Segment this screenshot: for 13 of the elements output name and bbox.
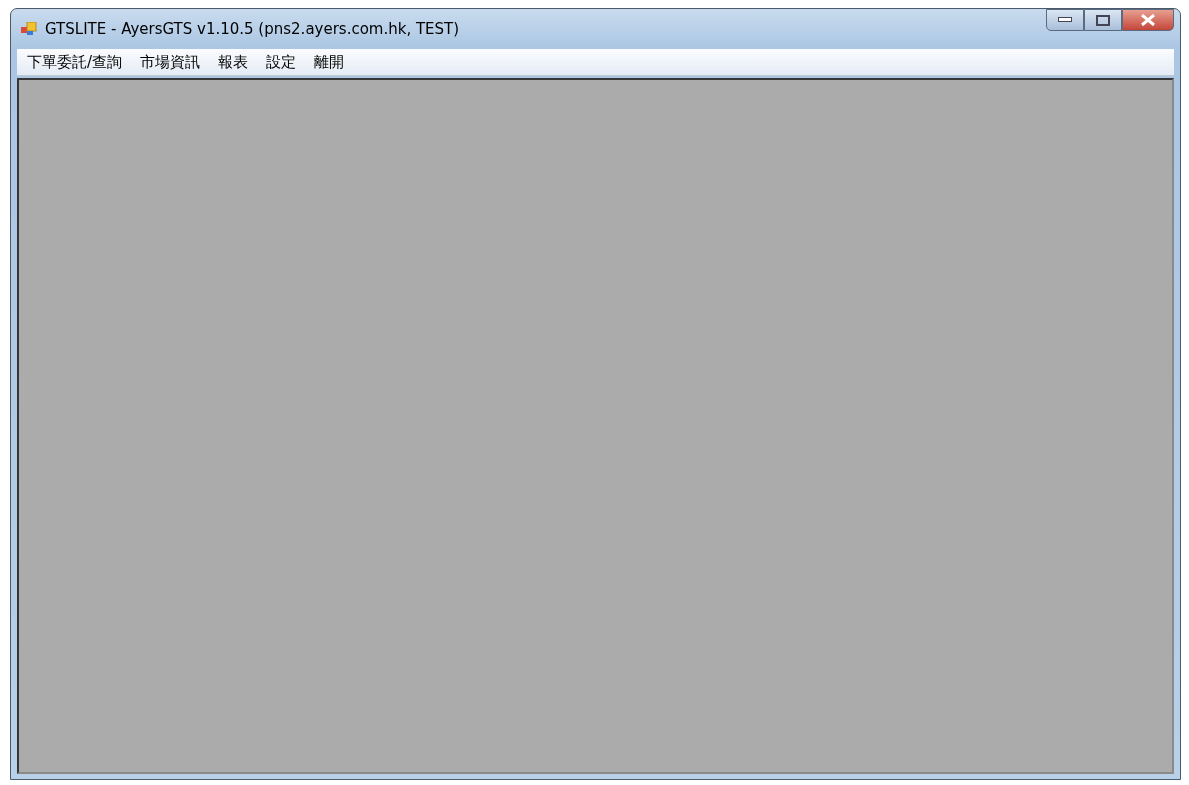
minimize-button[interactable] [1046, 9, 1084, 31]
menu-item[interactable]: 報表 [212, 50, 255, 74]
maximize-button[interactable] [1084, 9, 1122, 31]
menu-item[interactable]: 市場資訊 [134, 50, 207, 74]
menu-item[interactable]: 設定 [260, 50, 303, 74]
minimize-icon [1058, 17, 1072, 23]
app-icon [21, 22, 37, 36]
maximize-icon [1096, 14, 1110, 26]
close-button[interactable] [1122, 9, 1174, 31]
window-title: GTSLITE - AyersGTS v1.10.5 (pns2.ayers.com.hk, TEST) [45, 20, 460, 38]
close-icon [1140, 14, 1156, 26]
menu-item[interactable]: 離開 [308, 50, 351, 74]
menu-item[interactable]: 下單委託/查詢 [21, 50, 129, 74]
